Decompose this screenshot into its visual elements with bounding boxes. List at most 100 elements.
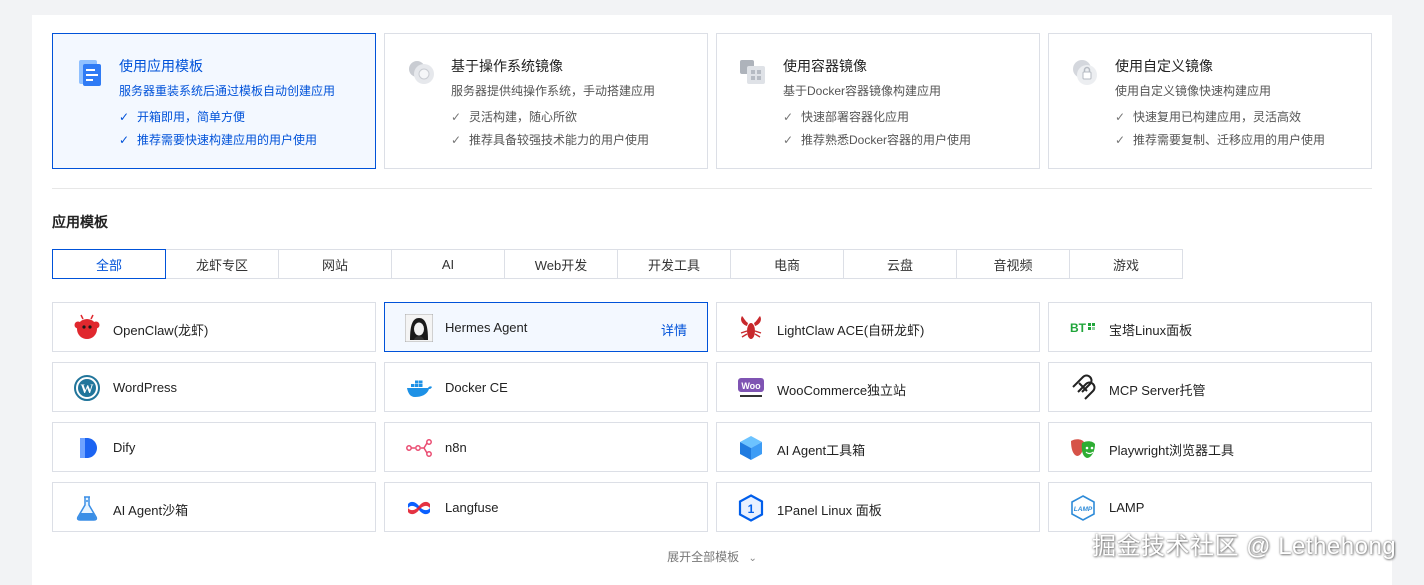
template-card-bt-panel[interactable]: BT 宝塔Linux面板 — [1048, 302, 1372, 352]
mode-description: 基于Docker容器镜像构建应用 — [783, 84, 942, 98]
cube-toolbox-icon — [740, 436, 762, 460]
check-icon: ✓ — [451, 110, 462, 124]
template-card-1panel[interactable]: 1 1Panel Linux 面板 — [716, 482, 1040, 532]
app-template-icon — [79, 60, 101, 86]
image-selection-panel: 使用应用模板 服务器重装系统后通过模板自动创建应用 ✓ 开箱即用，简单方便 ✓ 推荐… — [32, 15, 1392, 585]
mode-feature: ✓ 推荐需要复制、迁移应用的用户使用 — [1115, 133, 1326, 147]
svg-text:BT: BT — [1070, 321, 1087, 335]
mode-title: 使用容器镜像 — [783, 58, 867, 74]
mode-feature: ✓ 灵活构建，随心所欲 — [451, 110, 578, 124]
mode-title: 使用自定义镜像 — [1115, 58, 1213, 74]
template-card-dify[interactable]: Dify — [52, 422, 376, 472]
bt-panel-icon: BT — [1070, 321, 1095, 335]
template-card-lightclaw[interactable]: LightClaw ACE(自研龙虾) — [716, 302, 1040, 352]
watermark: 掘金技术社区 @ Lethehong — [1092, 533, 1397, 560]
dify-icon — [80, 438, 97, 458]
container-image-icon — [740, 60, 765, 84]
mode-card-app-template[interactable]: 使用应用模板 服务器重装系统后通过模板自动创建应用 ✓ 开箱即用，简单方便 ✓ 推荐… — [52, 33, 376, 169]
svg-text:1: 1 — [748, 502, 755, 516]
template-card-docker[interactable]: Docker CE — [384, 362, 708, 412]
section-title: 应用模板 — [52, 214, 108, 230]
docker-icon — [407, 380, 432, 397]
detail-link[interactable]: 详情 — [661, 320, 687, 339]
tab-all[interactable]: 全部 — [52, 249, 166, 279]
mode-feature: ✓ 开箱即用，简单方便 — [119, 110, 246, 124]
tab-cloud-drive[interactable]: 云盘 — [843, 249, 957, 279]
langfuse-icon — [408, 501, 430, 515]
template-name: LAMP — [1109, 500, 1145, 515]
mode-title: 使用应用模板 — [119, 58, 203, 74]
n8n-icon — [406, 439, 432, 457]
template-name: Playwright浏览器工具 — [1109, 443, 1234, 458]
template-card-ai-agent-sandbox[interactable]: AI Agent沙箱 — [52, 482, 376, 532]
template-name: AI Agent沙箱 — [113, 503, 189, 518]
mode-card-custom-image[interactable]: 使用自定义镜像 使用自定义镜像快速构建应用 ✓ 快速复用已构建应用，灵活高效 ✓ 推… — [1048, 33, 1372, 169]
1panel-icon: 1 — [738, 494, 764, 522]
mode-feature: ✓ 快速复用已构建应用，灵活高效 — [1115, 110, 1302, 124]
template-card-wordpress[interactable]: W WordPress — [52, 362, 376, 412]
template-name: Langfuse — [445, 500, 499, 515]
svg-text:LAMP: LAMP — [1074, 506, 1093, 513]
svg-text:Woo: Woo — [741, 381, 761, 391]
template-card-ai-agent-toolbox[interactable]: AI Agent工具箱 — [716, 422, 1040, 472]
check-icon: ✓ — [119, 110, 130, 124]
tab-lobster-zone[interactable]: 龙虾专区 — [165, 249, 279, 279]
mode-card-os-image[interactable]: 基于操作系统镜像 服务器提供纯操作系统，手动搭建应用 ✓ 灵活构建，随心所欲 ✓ 推… — [384, 33, 708, 169]
chevron-down-icon: ⌄ — [748, 553, 757, 564]
tab-ecommerce[interactable]: 电商 — [730, 249, 844, 279]
check-icon: ✓ — [783, 110, 794, 124]
template-name: MCP Server托管 — [1109, 383, 1206, 398]
lamp-icon: LAMP — [1071, 495, 1095, 521]
check-icon: ✓ — [451, 133, 462, 147]
mode-description: 服务器提供纯操作系统，手动搭建应用 — [451, 84, 656, 98]
mode-feature: ✓ 推荐需要快速构建应用的用户使用 — [119, 133, 318, 147]
template-name: WooCommerce独立站 — [777, 383, 907, 398]
template-card-woocommerce[interactable]: Woo WooCommerce独立站 — [716, 362, 1040, 412]
template-card-mcp-server[interactable]: MCP Server托管 — [1048, 362, 1372, 412]
tab-audio-video[interactable]: 音视频 — [956, 249, 1070, 279]
tab-web-dev[interactable]: Web开发 — [504, 249, 618, 279]
woocommerce-icon: Woo — [738, 378, 764, 397]
mode-card-container-image[interactable]: 使用容器镜像 基于Docker容器镜像构建应用 ✓ 快速部署容器化应用 ✓ 推荐熟悉… — [716, 33, 1040, 169]
check-icon: ✓ — [1115, 133, 1126, 147]
template-card-hermes-agent[interactable]: Hermes Agent 详情 — [384, 302, 708, 352]
template-card-playwright[interactable]: Playwright浏览器工具 — [1048, 422, 1372, 472]
flask-icon — [76, 496, 98, 521]
template-name: OpenClaw(龙虾) — [113, 323, 209, 338]
expand-label: 展开全部模板 — [667, 550, 740, 564]
template-name: n8n — [445, 440, 467, 455]
tab-ai[interactable]: AI — [391, 249, 505, 279]
template-card-langfuse[interactable]: Langfuse — [384, 482, 708, 532]
tab-games[interactable]: 游戏 — [1069, 249, 1183, 279]
mode-feature: ✓ 推荐具备较强技术能力的用户使用 — [451, 133, 650, 147]
custom-image-icon — [1073, 60, 1097, 85]
template-name: 宝塔Linux面板 — [1109, 323, 1193, 338]
check-icon: ✓ — [119, 133, 130, 147]
section-divider — [52, 188, 1372, 189]
mode-feature: ✓ 快速部署容器化应用 — [783, 110, 910, 124]
template-name: AI Agent工具箱 — [777, 443, 866, 458]
mcp-icon — [1072, 374, 1096, 400]
template-name: LightClaw ACE(自研龙虾) — [777, 323, 925, 338]
template-name: WordPress — [113, 380, 178, 395]
check-icon: ✓ — [783, 133, 794, 147]
openclaw-icon — [74, 314, 100, 339]
os-image-icon — [409, 61, 434, 84]
svg-text:W: W — [81, 381, 94, 396]
mode-description: 服务器重装系统后通过模板自动创建应用 — [119, 84, 336, 98]
check-icon: ✓ — [1115, 110, 1126, 124]
template-name: Dify — [113, 440, 136, 455]
mode-description: 使用自定义镜像快速构建应用 — [1115, 84, 1272, 98]
template-name: Hermes Agent — [445, 320, 528, 335]
template-name: Docker CE — [445, 380, 508, 395]
mode-card-row: 使用应用模板 服务器重装系统后通过模板自动创建应用 ✓ 开箱即用，简单方便 ✓ 推荐… — [52, 33, 1372, 169]
lobster-icon — [740, 316, 762, 339]
template-name: 1Panel Linux 面板 — [777, 503, 882, 518]
tab-website[interactable]: 网站 — [278, 249, 392, 279]
category-tabs: 全部 龙虾专区 网站 AI Web开发 开发工具 电商 云盘 音视频 游戏 — [52, 249, 1183, 279]
template-card-openclaw[interactable]: OpenClaw(龙虾) — [52, 302, 376, 352]
tab-dev-tools[interactable]: 开发工具 — [617, 249, 731, 279]
playwright-masks-icon — [1071, 439, 1095, 458]
template-card-n8n[interactable]: n8n — [384, 422, 708, 472]
template-card-lamp[interactable]: LAMP LAMP — [1048, 482, 1372, 532]
